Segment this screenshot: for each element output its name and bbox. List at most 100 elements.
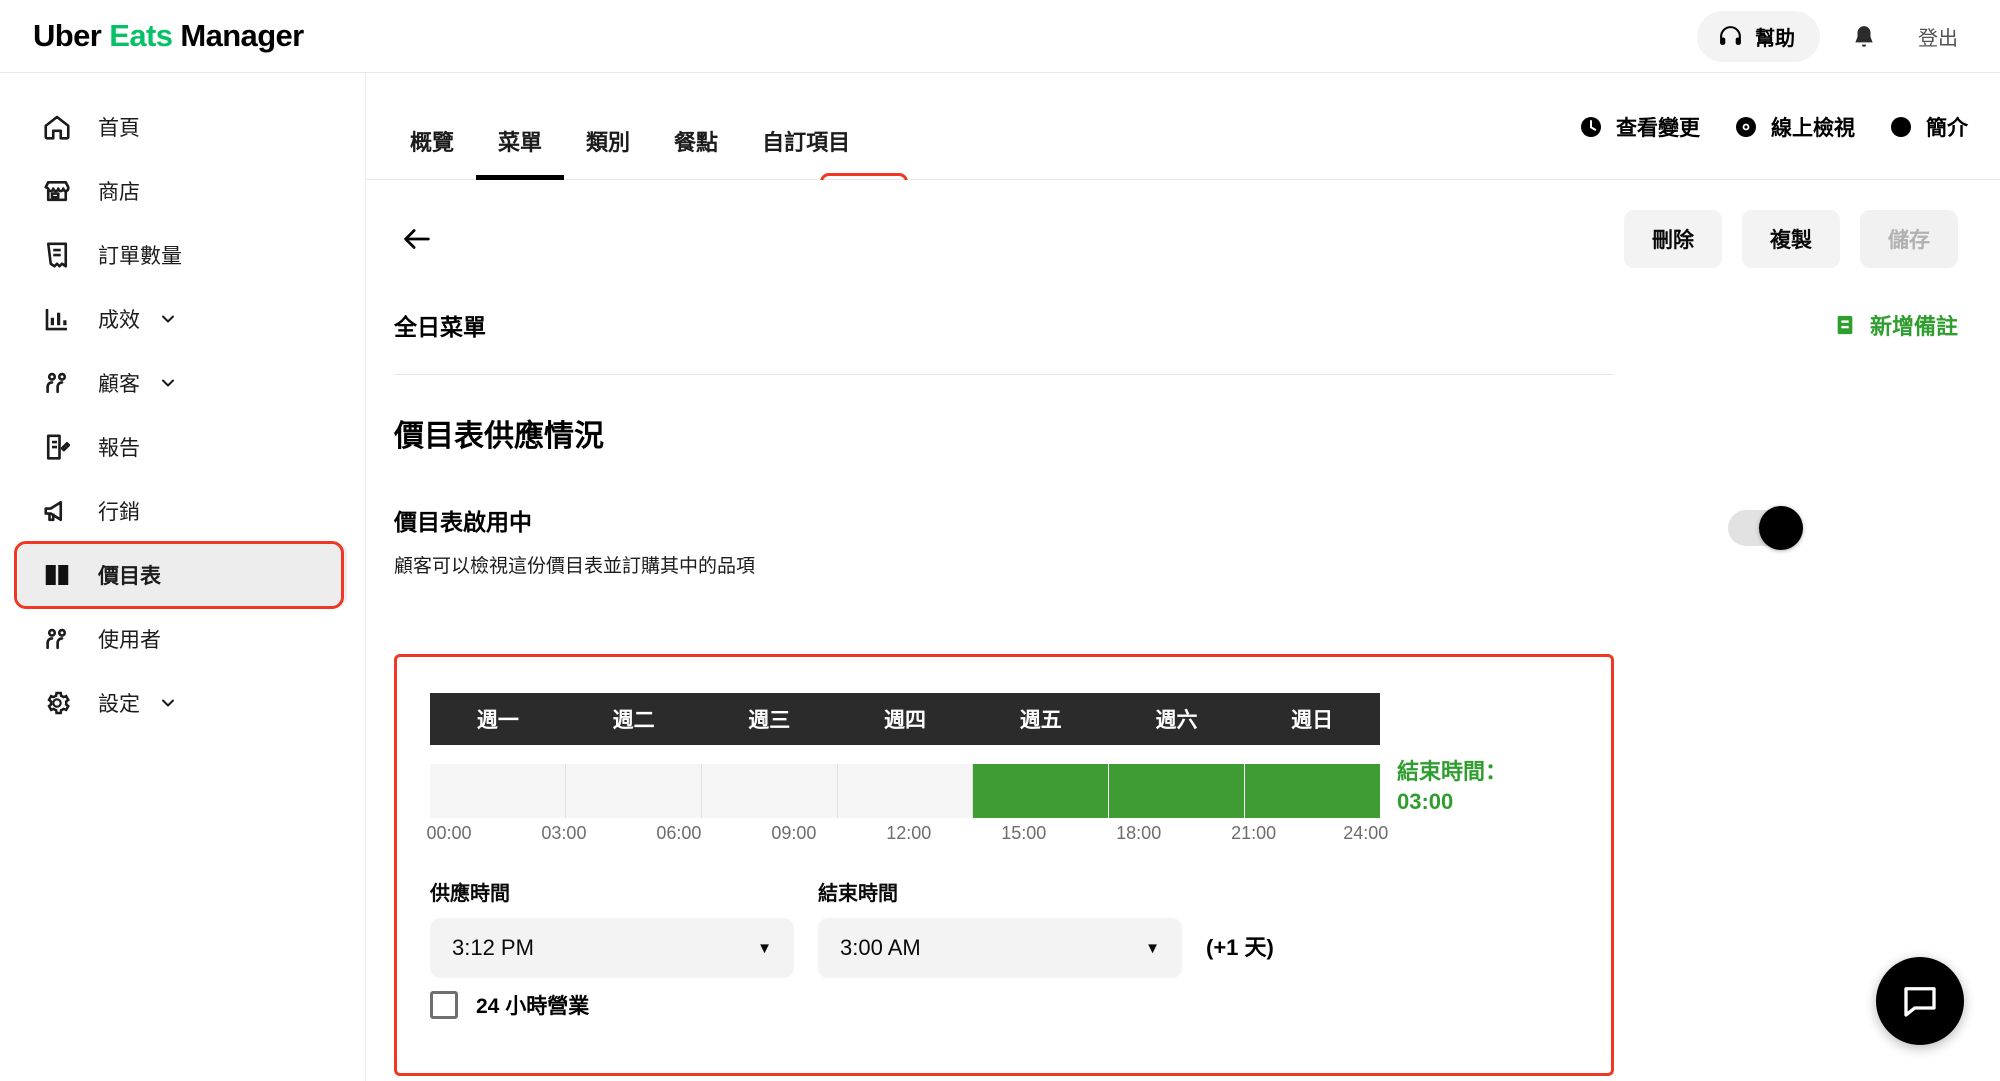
logo-uber: Uber [33,18,109,53]
intro-button[interactable]: 簡介 [1889,112,1968,142]
axis-tick: 24:00 [1343,823,1388,844]
gear-icon [40,686,74,720]
sidebar-item-label: 顧客 [98,368,140,398]
axis-tick: 00:00 [426,823,471,844]
end-time-annotation: 結束時間： 03:00 [1397,757,1587,816]
end-time-annotation-value: 03:00 [1397,787,1587,817]
back-arrow-icon[interactable] [394,216,440,262]
sidebar-item-menus[interactable]: 價目表 [18,543,347,607]
toggle-track [1728,510,1800,546]
tab-bar-actions: 查看變更 線上檢視 簡介 [1579,73,1968,180]
action-buttons: 刪除 複製 儲存 [1624,210,1958,268]
schedule-day-cell[interactable] [702,764,838,818]
duplicate-button[interactable]: 複製 [1742,210,1840,268]
toggle-knob [1759,506,1803,550]
tab-category[interactable]: 類別 [564,102,652,180]
sidebar-item-users[interactable]: 使用者 [18,607,347,671]
axis-tick: 09:00 [771,823,816,844]
weekday-cell: 週四 [837,693,973,745]
note-icon [1834,313,1856,337]
add-note-button[interactable]: 新增備註 [1834,309,1958,341]
eye-icon [1734,115,1758,139]
schedule-day-cell[interactable] [566,764,702,818]
sidebar-item-performance[interactable]: 成效 [18,287,347,351]
chat-bubble-icon [1899,980,1941,1022]
time-fields: 供應時間 3:12 PM ▼ 結束時間 3:00 AM ▼ (+1 天) [430,877,1274,978]
sidebar-item-label: 行銷 [98,496,140,526]
schedule-day-cell-active[interactable] [1245,764,1380,818]
sidebar-item-label: 使用者 [98,624,161,654]
view-online-button[interactable]: 線上檢視 [1734,112,1855,142]
schedule-day-cell[interactable] [838,764,974,818]
sidebar: 首頁 商店 訂單數量 成效 顧客 [0,73,366,1081]
notifications-button[interactable] [1842,15,1886,59]
chevron-down-icon: ▼ [1145,940,1160,957]
sidebar-item-label: 報告 [98,432,140,462]
start-time-group: 供應時間 3:12 PM ▼ [430,877,794,978]
tab-menu[interactable]: 菜單 [476,102,564,180]
action-row: 刪除 複製 儲存 [366,180,2000,298]
start-time-select[interactable]: 3:12 PM ▼ [430,918,794,978]
sidebar-item-label: 價目表 [98,560,161,590]
chevron-down-icon [158,309,178,329]
report-icon [40,430,74,464]
header-actions: 幫助 登出 [1697,0,1972,73]
logo-manager: Manager [172,18,303,53]
clock-icon [1579,115,1603,139]
weekday-cell: 週六 [1109,693,1245,745]
help-label: 幫助 [1755,22,1795,51]
logo-eats: Eats [109,18,172,53]
people-icon [40,622,74,656]
view-changes-button[interactable]: 查看變更 [1579,112,1700,142]
add-note-label: 新增備註 [1870,309,1958,341]
tab-custom-items[interactable]: 自訂項目 [740,102,872,180]
app-root: Uber Eats Manager 幫助 [0,0,2000,1081]
chevron-down-icon [158,373,178,393]
weekday-cell: 週一 [430,693,566,745]
chevron-down-icon: ▼ [757,940,772,957]
sidebar-item-home[interactable]: 首頁 [18,95,347,159]
weekday-cell: 週日 [1244,693,1380,745]
end-time-annotation-title: 結束時間： [1397,757,1587,787]
schedule-day-cell-active[interactable] [1109,764,1245,818]
all-day-checkbox[interactable] [430,991,458,1019]
menu-enabled-description: 顧客可以檢視這份價目表並訂購其中的品項 [394,551,2000,578]
axis-tick: 12:00 [886,823,931,844]
sidebar-item-settings[interactable]: 設定 [18,671,347,735]
axis-tick: 03:00 [541,823,586,844]
tab-overview[interactable]: 概覽 [388,102,476,180]
store-icon [40,174,74,208]
chat-button[interactable] [1876,957,1964,1045]
all-day-row[interactable]: 24 小時營業 [430,990,589,1020]
schedule-day-cell[interactable] [430,764,566,818]
weekday-cell: 週五 [973,693,1109,745]
menu-enabled-toggle[interactable] [1728,510,1800,546]
start-time-value: 3:12 PM [452,935,534,961]
sidebar-item-reports[interactable]: 報告 [18,415,347,479]
save-button[interactable]: 儲存 [1860,210,1958,268]
tab-items[interactable]: 餐點 [652,102,740,180]
help-button[interactable]: 幫助 [1697,11,1820,62]
axis-tick: 18:00 [1116,823,1161,844]
menu-header: 全日菜單 新增備註 [366,298,2000,352]
main-content: 刪除 複製 儲存 全日菜單 新增備註 價目表供應情況 價目表啟用中 顧客可以檢視… [366,180,2000,1081]
people-icon [40,366,74,400]
end-time-label: 結束時間 [818,877,1182,906]
sidebar-item-orders[interactable]: 訂單數量 [18,223,347,287]
schedule-card: 週一 週二 週三 週四 週五 週六 週日 [394,654,1614,1076]
top-header: Uber Eats Manager 幫助 [0,0,2000,73]
sidebar-item-label: 訂單數量 [98,240,182,270]
section-divider [394,374,1614,375]
end-time-select[interactable]: 3:00 AM ▼ [818,918,1182,978]
time-axis: 00:00 03:00 06:00 09:00 12:00 15:00 18:0… [430,823,1380,849]
sidebar-item-store[interactable]: 商店 [18,159,347,223]
logout-button[interactable]: 登出 [1904,14,1972,59]
app-logo[interactable]: Uber Eats Manager [33,18,304,54]
next-day-note: (+1 天) [1206,930,1274,962]
sidebar-item-label: 首頁 [98,112,140,142]
schedule-track[interactable] [430,764,1380,818]
schedule-day-cell-active[interactable] [973,764,1109,818]
sidebar-item-customers[interactable]: 顧客 [18,351,347,415]
delete-button[interactable]: 刪除 [1624,210,1722,268]
sidebar-item-marketing[interactable]: 行銷 [18,479,347,543]
